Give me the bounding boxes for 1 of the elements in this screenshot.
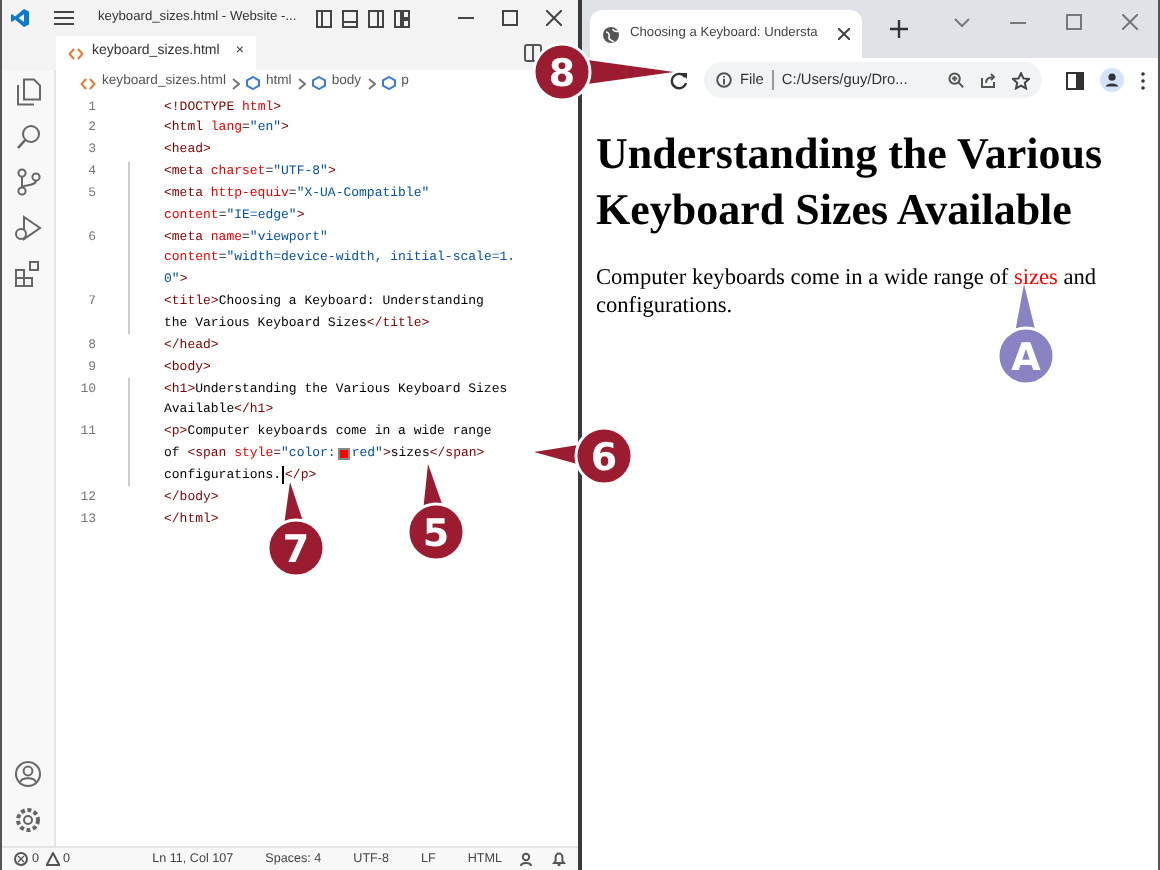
page-heading: Understanding the Various Keyboard Sizes Available bbox=[596, 126, 1105, 236]
